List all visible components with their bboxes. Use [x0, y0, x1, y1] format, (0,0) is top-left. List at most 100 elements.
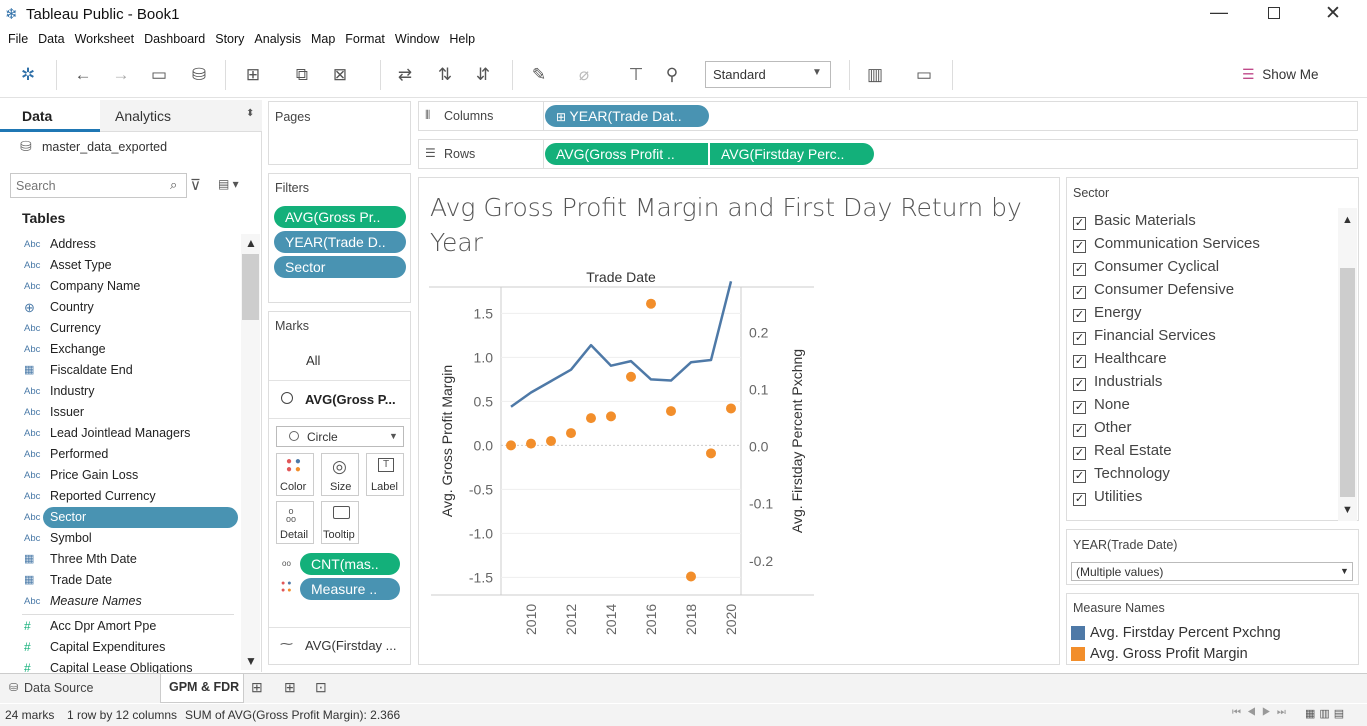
maximize-button[interactable]: [1268, 7, 1280, 19]
scroll-thumb[interactable]: [242, 254, 259, 320]
rows-pill-firstday[interactable]: AVG(Firstday Perc..: [710, 143, 874, 165]
marks-pill-measure-names[interactable]: Measure ..: [300, 578, 400, 600]
redo-icon[interactable]: →: [109, 63, 133, 87]
filter-pill-year[interactable]: YEAR(Trade D..: [274, 231, 406, 253]
group-icon[interactable]: ⌀: [572, 63, 596, 87]
checkbox-icon[interactable]: ✓: [1073, 355, 1086, 368]
field-item[interactable]: Abc Address: [0, 234, 240, 255]
field-item[interactable]: Abc Industry: [0, 381, 240, 402]
search-field[interactable]: [16, 175, 166, 196]
scrollbar[interactable]: ▲ ▼: [1338, 208, 1357, 521]
datasource-name[interactable]: master_data_exported: [42, 140, 167, 154]
field-item[interactable]: Abc Currency: [0, 318, 240, 339]
show-labels-icon[interactable]: ⊤: [624, 63, 648, 87]
field-item[interactable]: Abc Measure Names: [0, 591, 240, 612]
swap-icon[interactable]: ⇄: [393, 63, 417, 87]
tableau-home-icon[interactable]: ✲: [16, 63, 40, 87]
menu-dashboard[interactable]: Dashboard: [144, 30, 205, 49]
field-item[interactable]: Abc Asset Type: [0, 255, 240, 276]
sector-checkbox-item[interactable]: ✓ Communication Services: [1073, 232, 1260, 255]
field-item[interactable]: Abc Performed: [0, 444, 240, 465]
sort-icon[interactable]: ⬍: [246, 108, 254, 119]
checkbox-icon[interactable]: ✓: [1073, 263, 1086, 276]
field-item[interactable]: Abc Company Name: [0, 276, 240, 297]
sector-checkbox-item[interactable]: ✓ Basic Materials: [1073, 209, 1196, 232]
menu-map[interactable]: Map: [311, 30, 335, 49]
checkbox-icon[interactable]: ✓: [1073, 240, 1086, 253]
checkbox-icon[interactable]: ✓: [1073, 470, 1086, 483]
undo-icon[interactable]: ←: [71, 63, 95, 87]
rows-pill-gross-profit[interactable]: AVG(Gross Profit ..: [545, 143, 708, 165]
sector-checkbox-item[interactable]: ✓ Utilities: [1073, 485, 1142, 508]
sort-descending-icon[interactable]: ⇵: [471, 63, 495, 87]
size-button[interactable]: ◎ Size: [321, 453, 359, 496]
field-item[interactable]: ⊕ Country: [0, 297, 240, 318]
view-list-icon[interactable]: ▤ ▾: [218, 177, 239, 191]
sector-checkbox-item[interactable]: ✓ Other: [1073, 416, 1132, 439]
sector-checkbox-item[interactable]: ✓ Financial Services: [1073, 324, 1216, 347]
cards-icon[interactable]: ▥: [863, 63, 887, 87]
clear-sheet-icon[interactable]: ⊠: [328, 63, 352, 87]
columns-pill-year[interactable]: ⊞ YEAR(Trade Dat..: [545, 105, 709, 127]
field-item[interactable]: ▦ Three Mth Date: [0, 549, 240, 570]
sector-checkbox-item[interactable]: ✓ Industrials: [1073, 370, 1162, 393]
field-item[interactable]: Abc Symbol: [0, 528, 240, 549]
tab-data[interactable]: Data: [0, 100, 100, 132]
sector-checkbox-item[interactable]: ✓ Real Estate: [1073, 439, 1172, 462]
search-input[interactable]: ⌕: [10, 173, 187, 198]
menu-file[interactable]: File: [8, 30, 28, 49]
sector-checkbox-item[interactable]: ✓ Technology: [1073, 462, 1170, 485]
checkbox-icon[interactable]: ✓: [1073, 378, 1086, 391]
color-button[interactable]: ● ● ● ● Color: [276, 453, 314, 496]
dual-axis-chart[interactable]: Trade Date 1.5 1.0 0.5 0.0 -0.5 -1.0 -1.5 0.2 0.1…: [424, 265, 824, 665]
sector-checkbox-item[interactable]: ✓ Energy: [1073, 301, 1142, 324]
checkbox-icon[interactable]: ✓: [1073, 332, 1086, 345]
checkbox-icon[interactable]: ✓: [1073, 217, 1086, 230]
show-me-button[interactable]: ☰ Show Me: [1242, 66, 1318, 86]
field-item[interactable]: ▦ Trade Date: [0, 570, 240, 591]
measure-item[interactable]: # Capital Expenditures: [0, 637, 240, 658]
checkbox-icon[interactable]: ✓: [1073, 309, 1086, 322]
new-worksheet-icon[interactable]: ⊞: [241, 63, 265, 87]
field-item[interactable]: Abc Issuer: [0, 402, 240, 423]
field-item[interactable]: Abc Reported Currency: [0, 486, 240, 507]
menu-window[interactable]: Window: [395, 30, 439, 49]
duplicate-sheet-icon[interactable]: ⧉: [290, 63, 314, 87]
scroll-thumb[interactable]: [1340, 268, 1355, 497]
presentation-icon[interactable]: ▭: [912, 63, 936, 87]
menu-worksheet[interactable]: Worksheet: [75, 30, 135, 49]
mark-type-dropdown[interactable]: Circle ▼: [276, 426, 404, 447]
new-dashboard-icon[interactable]: ⊞: [284, 679, 296, 696]
marks-card-name[interactable]: AVG(Gross P...: [305, 392, 396, 407]
filter-pill-sector[interactable]: Sector: [274, 256, 406, 278]
tab-analytics[interactable]: Analytics ⬍: [100, 100, 262, 132]
scroll-down-icon[interactable]: ▼: [245, 654, 257, 668]
marks-pill-count[interactable]: CNT(mas..: [300, 553, 400, 575]
minimize-button[interactable]: —: [1210, 2, 1228, 23]
checkbox-icon[interactable]: ✓: [1073, 493, 1086, 506]
fit-dropdown[interactable]: Standard ▼: [705, 61, 831, 88]
menu-format[interactable]: Format: [345, 30, 385, 49]
marks-all[interactable]: All: [306, 353, 320, 368]
close-button[interactable]: ✕: [1325, 2, 1341, 25]
field-item[interactable]: ▦ Fiscaldate End: [0, 360, 240, 381]
scroll-up-icon[interactable]: ▲: [245, 236, 257, 250]
highlight-icon[interactable]: ✎: [527, 63, 551, 87]
menu-story[interactable]: Story: [215, 30, 244, 49]
scrollbar[interactable]: ▲ ▼: [241, 234, 260, 670]
sector-checkbox-item[interactable]: ✓ None: [1073, 393, 1130, 416]
fix-axes-icon[interactable]: ⚲: [660, 63, 684, 87]
new-datasource-icon[interactable]: ⛁: [187, 63, 211, 87]
sector-checkbox-item[interactable]: ✓ Healthcare: [1073, 347, 1167, 370]
sheet-nav-icons[interactable]: ⏮◀▶⏭: [1232, 707, 1292, 718]
sheet-view-icons[interactable]: ▦▥▤: [1305, 707, 1348, 720]
checkbox-icon[interactable]: ✓: [1073, 447, 1086, 460]
menu-help[interactable]: Help: [449, 30, 475, 49]
field-item[interactable]: Abc Exchange: [0, 339, 240, 360]
field-item[interactable]: Abc Sector: [24, 507, 238, 528]
checkbox-icon[interactable]: ✓: [1073, 286, 1086, 299]
menu-analysis[interactable]: Analysis: [254, 30, 301, 49]
marks-card-second[interactable]: AVG(Firstday ...: [305, 638, 397, 653]
measure-item[interactable]: # Acc Dpr Amort Ppe: [0, 616, 240, 637]
data-source-tab[interactable]: Data Source: [24, 681, 93, 695]
